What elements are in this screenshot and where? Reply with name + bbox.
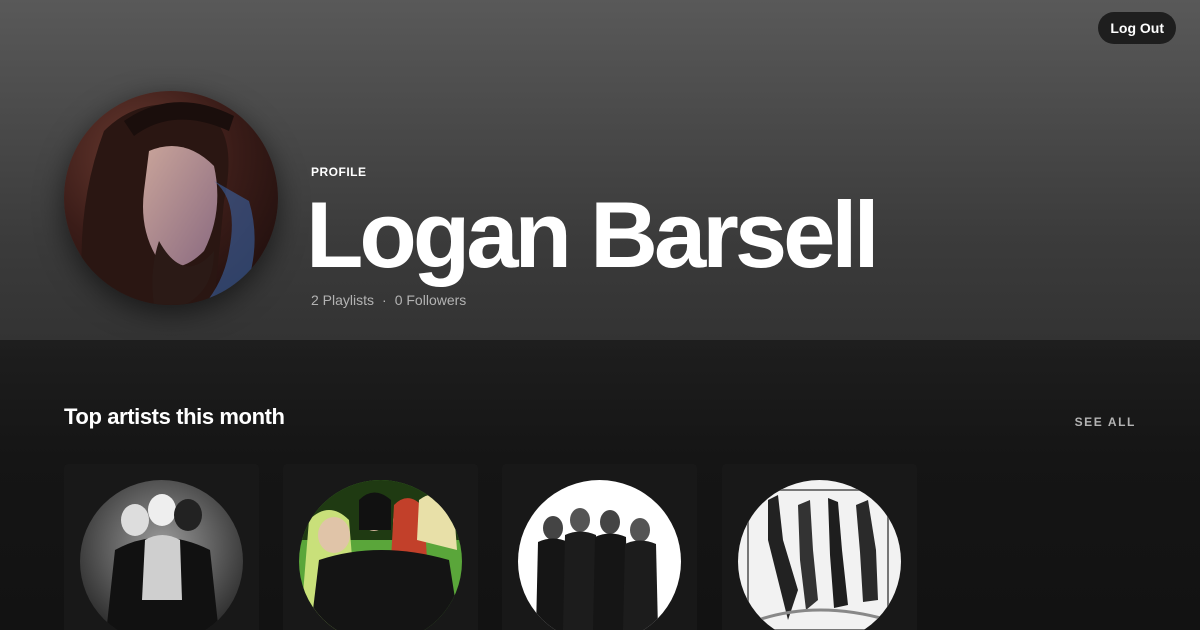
artist-image (80, 480, 243, 630)
followers-count[interactable]: 0 Followers (395, 292, 467, 308)
profile-stats: 2 Playlists · 0 Followers (311, 292, 466, 308)
artist-image (738, 480, 901, 630)
artist-image (518, 480, 681, 630)
artist-card[interactable] (502, 464, 697, 630)
artist-card[interactable] (64, 464, 259, 630)
logout-button[interactable]: Log Out (1098, 12, 1176, 44)
avatar-photo (64, 91, 278, 305)
stats-separator: · (382, 292, 387, 308)
playlists-count[interactable]: 2 Playlists (311, 292, 374, 308)
see-all-link[interactable]: SEE ALL (1075, 415, 1136, 429)
profile-name: Logan Barsell (306, 182, 880, 287)
profile-type-label: PROFILE (311, 165, 367, 179)
artist-card[interactable] (722, 464, 917, 630)
profile-avatar (64, 91, 278, 305)
top-artists-title: Top artists this month (64, 404, 285, 429)
artist-card[interactable] (283, 464, 478, 630)
artist-image (299, 480, 462, 630)
